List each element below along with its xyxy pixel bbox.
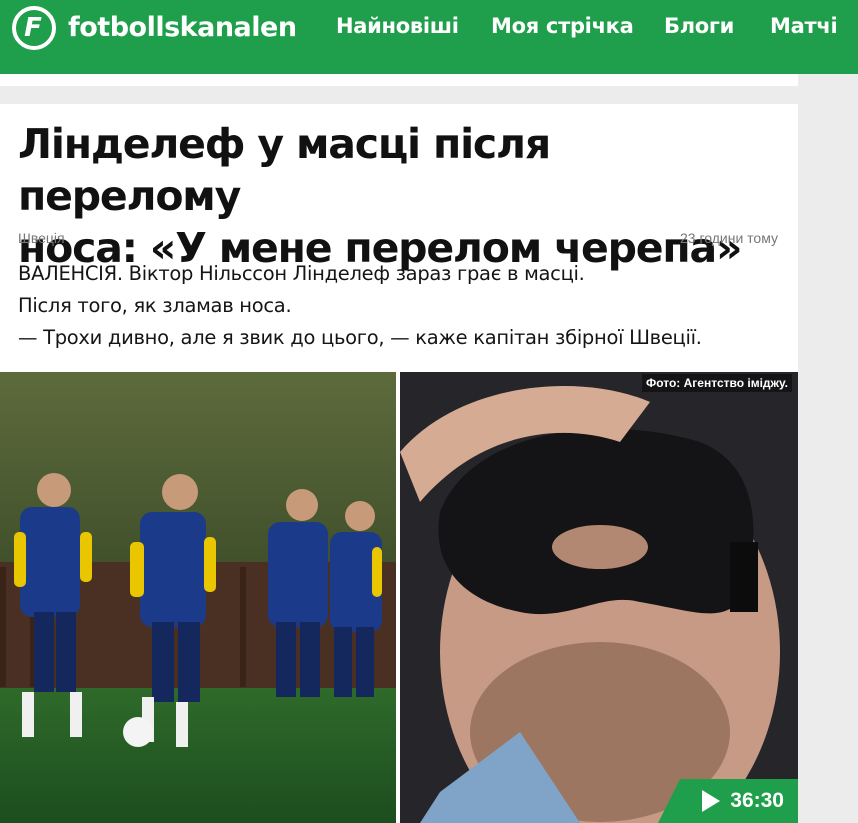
article-card[interactable]: Лінделеф у масці після перелому носа: «У… xyxy=(0,104,798,823)
article-title-line-1: Лінделеф у масці після перелому xyxy=(18,120,551,220)
site-header: F fotbollskanalen Найновіші Моя стрічка … xyxy=(0,0,858,74)
logo-letter: F xyxy=(24,13,42,43)
nav-matches[interactable]: Матчі xyxy=(770,14,838,38)
article-lead: ВАЛЕНСІЯ. Віктор Нільссон Лінделеф зараз… xyxy=(18,258,788,354)
play-icon xyxy=(702,790,721,812)
lead-line: Після того, як зламав носа. xyxy=(18,294,292,317)
lead-line: ВАЛЕНСІЯ. Віктор Нільссон Лінделеф зараз… xyxy=(18,262,585,285)
article-title[interactable]: Лінделеф у масці після перелому носа: «У… xyxy=(18,118,778,274)
article-photo[interactable]: Фото: Агентство іміджу. 36:30 xyxy=(0,372,798,823)
site-logo-icon[interactable]: F xyxy=(12,6,56,50)
nav-my-feed[interactable]: Моя стрічка xyxy=(491,14,634,38)
nav-latest[interactable]: Найновіші xyxy=(336,14,459,38)
masked-player-photo xyxy=(400,372,798,823)
ad-strip xyxy=(0,74,798,86)
training-photo xyxy=(0,372,396,823)
brand-name[interactable]: fotbollskanalen xyxy=(68,12,297,43)
article-category[interactable]: Швеція xyxy=(18,230,65,246)
nav-blogs[interactable]: Блоги xyxy=(664,14,734,38)
video-play-button[interactable]: 36:30 xyxy=(658,779,798,823)
article-timestamp: 23 години тому xyxy=(680,230,778,246)
right-gutter xyxy=(798,74,858,823)
photo-credit: Фото: Агентство іміджу. xyxy=(641,374,792,392)
lead-line: — Трохи дивно, але я звик до цього, — ка… xyxy=(18,326,702,349)
video-duration: 36:30 xyxy=(730,789,784,812)
